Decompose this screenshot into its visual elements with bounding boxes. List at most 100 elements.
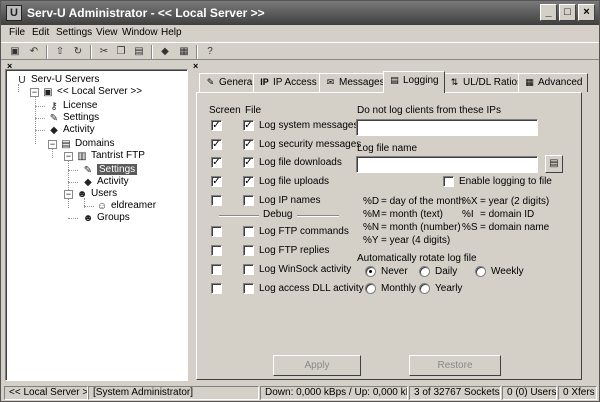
browse-button[interactable]: ▤ <box>545 155 563 173</box>
status-users: 0 (0) Users <box>502 386 557 400</box>
file-log-security-checkbox[interactable]: ✓ <box>243 139 254 150</box>
screen-log-uploads-checkbox[interactable]: ✓ <box>211 176 222 187</box>
log-downloads-label: Log file downloads <box>259 157 342 168</box>
ratios-icon: ⇅ <box>450 77 459 87</box>
minimize-button[interactable]: _ <box>540 4 557 21</box>
log-uploads-label: Log file uploads <box>259 176 330 187</box>
tree-node-domain-settings[interactable]: ✎ Settings <box>82 164 138 176</box>
log-ftp-commands-label: Log FTP commands <box>259 226 349 237</box>
refresh-icon[interactable]: ↻ <box>71 45 85 58</box>
serv-u-app-icon: U <box>6 5 22 21</box>
screen-log-winsock-checkbox[interactable] <box>211 264 222 275</box>
status-bandwidth: Down: 0,000 kBps / Up: 0,000 kBps <box>260 386 408 400</box>
file-log-winsock-checkbox[interactable] <box>243 264 254 275</box>
cut-icon[interactable]: ✂ <box>97 45 111 58</box>
settings-icon: ✎ <box>83 165 93 176</box>
log-access-dll-label: Log access DLL activity <box>259 283 364 294</box>
menu-file[interactable]: File <box>9 27 25 38</box>
collapse-icon[interactable]: − <box>64 152 73 161</box>
users-icon: ☻ <box>76 189 88 200</box>
var-code: %N <box>363 222 380 233</box>
rotate-daily-radio[interactable] <box>419 266 430 277</box>
rotate-monthly-radio[interactable] <box>365 283 376 294</box>
undo-icon[interactable]: ↶ <box>27 45 41 58</box>
tree-node-domains[interactable]: ▤ Domains <box>60 138 114 150</box>
screen-log-ip-names-checkbox[interactable] <box>211 195 222 206</box>
menu-window[interactable]: Window <box>122 27 158 38</box>
file-log-system-checkbox[interactable]: ✓ <box>243 120 254 131</box>
enable-logging-label: Enable logging to file <box>459 176 552 187</box>
tree-node-activity[interactable]: ◆ Activity <box>48 124 95 136</box>
menu-settings[interactable]: Settings <box>56 27 92 38</box>
rotate-daily-label: Daily <box>435 266 458 277</box>
messages-icon: ✉ <box>326 77 335 87</box>
var-code: %S <box>462 222 478 233</box>
var-desc: = year (4 digits) <box>381 235 451 246</box>
rotate-weekly-radio[interactable] <box>475 266 486 277</box>
file-log-uploads-checkbox[interactable]: ✓ <box>243 176 254 187</box>
paste-icon[interactable]: ▤ <box>132 45 146 58</box>
copy-icon[interactable]: ❐ <box>114 45 128 58</box>
tree-node-local-server[interactable]: ▣ << Local Server >> <box>42 86 142 98</box>
rotate-weekly-label: Weekly <box>491 266 524 277</box>
menu-help[interactable]: Help <box>161 27 182 38</box>
detail-pane-close-icon[interactable]: × <box>193 61 198 71</box>
screen-log-system-checkbox[interactable]: ✓ <box>211 120 222 131</box>
collapse-icon[interactable]: − <box>30 88 39 97</box>
file-log-ftp-replies-checkbox[interactable] <box>243 245 254 256</box>
tree-node-domain[interactable]: ▥ Tantrist FTP <box>76 150 145 162</box>
tab-ip-access[interactable]: IP IP Access <box>253 73 323 92</box>
screen-log-access-dll-checkbox[interactable] <box>211 283 222 294</box>
tree-node-license[interactable]: ⚷ License <box>48 100 97 112</box>
screen-log-ftp-commands-checkbox[interactable] <box>211 226 222 237</box>
print-icon[interactable]: ▦ <box>177 45 191 58</box>
connect-icon[interactable]: ▣ <box>8 45 22 58</box>
apply-button[interactable]: Apply <box>273 355 361 376</box>
tab-logging[interactable]: ▤ Logging <box>383 71 445 93</box>
tree-node-settings[interactable]: ✎ Settings <box>48 112 99 124</box>
var-code: %D <box>363 196 380 207</box>
folder-up-icon[interactable]: ⇧ <box>53 45 67 58</box>
tree-node-servers[interactable]: U Serv-U Servers <box>16 74 99 86</box>
enable-logging-checkbox[interactable] <box>443 176 454 187</box>
file-log-ftp-commands-checkbox[interactable] <box>243 226 254 237</box>
screen-log-security-checkbox[interactable]: ✓ <box>211 139 222 150</box>
rotate-never-radio[interactable] <box>365 266 376 277</box>
help-icon[interactable]: ? <box>203 45 217 58</box>
restore-button[interactable]: Restore <box>409 355 501 376</box>
tree-node-users[interactable]: ☻ Users <box>76 188 117 200</box>
file-log-ip-names-checkbox[interactable] <box>243 195 254 206</box>
rotate-yearly-radio[interactable] <box>419 283 430 294</box>
collapse-icon[interactable]: − <box>48 140 57 149</box>
groups-icon: ☻ <box>82 213 94 224</box>
menu-edit[interactable]: Edit <box>32 27 49 38</box>
toolbar-separator <box>151 45 153 59</box>
menu-view[interactable]: View <box>96 27 118 38</box>
screen-log-downloads-checkbox[interactable]: ✓ <box>211 157 222 168</box>
browse-icon: ▤ <box>549 158 559 169</box>
domains-icon: ▤ <box>61 139 71 150</box>
tree-node-domain-activity[interactable]: ◆ Activity <box>82 176 129 188</box>
debug-divider-right <box>297 215 339 217</box>
file-log-downloads-checkbox[interactable]: ✓ <box>243 157 254 168</box>
user-icon: ☺ <box>96 201 108 212</box>
maximize-button[interactable]: □ <box>559 4 576 21</box>
file-log-access-dll-checkbox[interactable] <box>243 283 254 294</box>
no-log-ips-input[interactable] <box>356 119 538 136</box>
server-icon: ▣ <box>43 87 53 98</box>
status-sockets: 3 of 32767 Sockets <box>409 386 501 400</box>
tree-node-groups[interactable]: ☻ Groups <box>82 212 130 224</box>
tree-node-user[interactable]: ☺ eldreamer <box>96 200 156 212</box>
close-button[interactable]: × <box>578 4 595 21</box>
setup-icon[interactable]: ◆ <box>158 45 172 58</box>
tab-advanced[interactable]: ▦ Advanced <box>518 73 589 92</box>
rotate-yearly-label: Yearly <box>435 283 463 294</box>
screen-log-ftp-replies-checkbox[interactable] <box>211 245 222 256</box>
logging-panel: Screen File ✓ ✓ Log system messages ✓ ✓ … <box>196 92 582 380</box>
tab-messages[interactable]: ✉ Messages <box>319 73 391 92</box>
tab-ul-dl-ratios[interactable]: ⇅ UL/DL Ratios <box>443 73 529 92</box>
log-file-name-input[interactable] <box>356 156 538 173</box>
collapse-icon[interactable]: − <box>64 190 73 199</box>
rotate-never-label: Never <box>381 266 408 277</box>
tab-general[interactable]: ✎ General <box>199 73 261 92</box>
